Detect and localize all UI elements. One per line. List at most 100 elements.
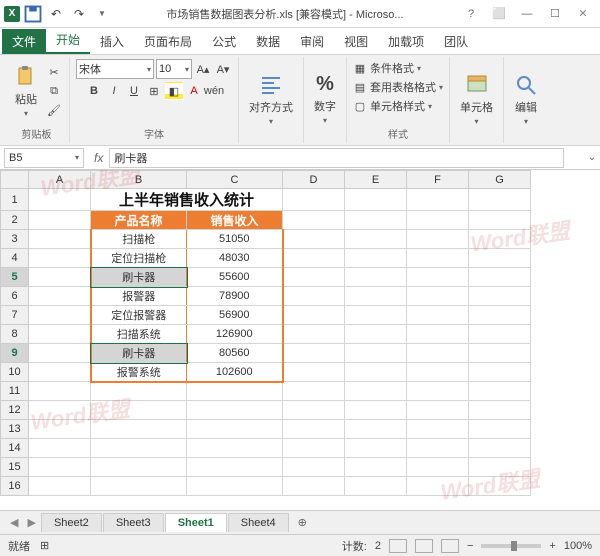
row-header[interactable]: 8	[1, 325, 29, 344]
cell[interactable]: 定位扫描枪	[91, 249, 187, 268]
tab-insert[interactable]: 插入	[90, 29, 134, 54]
table-title[interactable]: 上半年销售收入统计	[91, 189, 283, 211]
view-layout-icon[interactable]	[415, 539, 433, 553]
cell[interactable]: 扫描系统	[91, 325, 187, 344]
sheet-tab[interactable]: Sheet3	[103, 513, 164, 532]
fx-icon[interactable]: fx	[88, 151, 109, 165]
tab-home[interactable]: 开始	[46, 27, 90, 54]
col-header[interactable]: D	[283, 171, 345, 189]
tab-nav-prev-icon[interactable]: ◀	[6, 516, 22, 529]
tab-file[interactable]: 文件	[2, 29, 46, 54]
sheet-tab[interactable]: Sheet2	[41, 513, 102, 532]
row-header[interactable]: 10	[1, 363, 29, 382]
tab-data[interactable]: 数据	[246, 29, 290, 54]
font-color-button[interactable]: A	[185, 82, 203, 100]
cell[interactable]: 55600	[187, 268, 283, 287]
qat-more-icon[interactable]: ▼	[92, 4, 112, 24]
cells-button[interactable]: 单元格▾	[456, 71, 497, 128]
cell[interactable]: 定位报警器	[91, 306, 187, 325]
expand-formula-icon[interactable]: ⌄	[584, 152, 600, 163]
row-header[interactable]: 7	[1, 306, 29, 325]
tab-team[interactable]: 团队	[434, 29, 478, 54]
zoom-level[interactable]: 100%	[564, 540, 592, 552]
cell[interactable]: 78900	[187, 287, 283, 306]
row-header[interactable]: 6	[1, 287, 29, 306]
sheet-tab[interactable]: Sheet4	[228, 513, 289, 532]
cell[interactable]: 126900	[187, 325, 283, 344]
formula-bar[interactable]: 刷卡器	[109, 148, 564, 168]
save-icon[interactable]	[23, 4, 43, 24]
border-button[interactable]: ⊞	[145, 82, 163, 100]
name-box[interactable]: B5▾	[4, 148, 84, 168]
col-header[interactable]: C	[187, 171, 283, 189]
cell[interactable]: 48030	[187, 249, 283, 268]
table-header[interactable]: 销售收入	[187, 211, 283, 230]
phonetic-button[interactable]: wén	[205, 82, 223, 100]
decrease-font-icon[interactable]: A▾	[214, 60, 232, 78]
increase-font-icon[interactable]: A▴	[194, 60, 212, 78]
select-all-cell[interactable]	[1, 171, 29, 189]
row-header[interactable]: 4	[1, 249, 29, 268]
bold-button[interactable]: B	[85, 82, 103, 100]
row-header[interactable]: 15	[1, 458, 29, 477]
col-header[interactable]: G	[469, 171, 531, 189]
table-header[interactable]: 产品名称	[91, 211, 187, 230]
paste-button[interactable]: 粘贴 ▾	[10, 63, 42, 120]
cell[interactable]: 102600	[187, 363, 283, 382]
tab-addin[interactable]: 加载项	[378, 29, 434, 54]
row-header[interactable]: 3	[1, 230, 29, 249]
format-painter-icon[interactable]: 🖌	[45, 102, 63, 120]
row-header[interactable]: 5	[1, 268, 29, 287]
tab-review[interactable]: 审阅	[290, 29, 334, 54]
zoom-out-button[interactable]: −	[467, 540, 473, 552]
align-button[interactable]: 对齐方式▾	[245, 71, 297, 128]
row-header[interactable]: 11	[1, 382, 29, 401]
view-pagebreak-icon[interactable]	[441, 539, 459, 553]
table-format-button[interactable]: ▤套用表格格式▾	[353, 78, 443, 96]
tab-formula[interactable]: 公式	[202, 29, 246, 54]
help-icon[interactable]: ?	[458, 4, 484, 24]
minimize-icon[interactable]: —	[514, 4, 540, 24]
status-filter-icon[interactable]: ⊞	[40, 539, 49, 552]
cell-style-button[interactable]: ▢单元格样式▾	[353, 97, 432, 115]
cell-selected[interactable]: 刷卡器	[91, 344, 187, 363]
cell[interactable]: 51050	[187, 230, 283, 249]
zoom-in-button[interactable]: +	[549, 540, 555, 552]
ribbon-display-icon[interactable]: ⬜	[486, 4, 512, 24]
cell[interactable]: 56900	[187, 306, 283, 325]
cell-selected[interactable]: 刷卡器	[91, 268, 187, 287]
row-header[interactable]: 12	[1, 401, 29, 420]
fill-color-button[interactable]: ◧	[165, 82, 183, 100]
row-header[interactable]: 16	[1, 477, 29, 496]
col-header[interactable]: E	[345, 171, 407, 189]
sheet-tab-active[interactable]: Sheet1	[165, 513, 227, 532]
cell[interactable]: 报警器	[91, 287, 187, 306]
underline-button[interactable]: U	[125, 82, 143, 100]
redo-icon[interactable]: ↷	[69, 4, 89, 24]
row-header[interactable]: 9	[1, 344, 29, 363]
tab-view[interactable]: 视图	[334, 29, 378, 54]
cell[interactable]: 报警系统	[91, 363, 187, 382]
cut-icon[interactable]: ✂	[45, 64, 63, 82]
cell[interactable]: 扫描枪	[91, 230, 187, 249]
font-size-select[interactable]: 10▾	[156, 59, 192, 79]
tab-nav-next-icon[interactable]: ▶	[23, 516, 39, 529]
worksheet[interactable]: Word联盟 Word联盟 Word联盟 Word联盟 A B C D E F …	[0, 170, 600, 510]
conditional-format-button[interactable]: ▦条件格式▾	[353, 59, 421, 77]
col-header[interactable]: A	[29, 171, 91, 189]
close-icon[interactable]: ✕	[570, 4, 596, 24]
copy-icon[interactable]: ⧉	[45, 83, 63, 101]
grid[interactable]: A B C D E F G 1上半年销售收入统计 2产品名称销售收入 3扫描枪5…	[0, 170, 531, 496]
new-sheet-button[interactable]: ⊕	[290, 516, 315, 529]
row-header[interactable]: 13	[1, 420, 29, 439]
col-header[interactable]: F	[407, 171, 469, 189]
edit-button[interactable]: 编辑▾	[510, 71, 542, 128]
number-button[interactable]: %数字▾	[310, 71, 340, 127]
font-name-select[interactable]: 宋体▾	[76, 59, 154, 79]
italic-button[interactable]: I	[105, 82, 123, 100]
row-header[interactable]: 1	[1, 189, 29, 211]
column-headers[interactable]: A B C D E F G	[1, 171, 531, 189]
col-header[interactable]: B	[91, 171, 187, 189]
row-header[interactable]: 14	[1, 439, 29, 458]
tab-layout[interactable]: 页面布局	[134, 29, 202, 54]
